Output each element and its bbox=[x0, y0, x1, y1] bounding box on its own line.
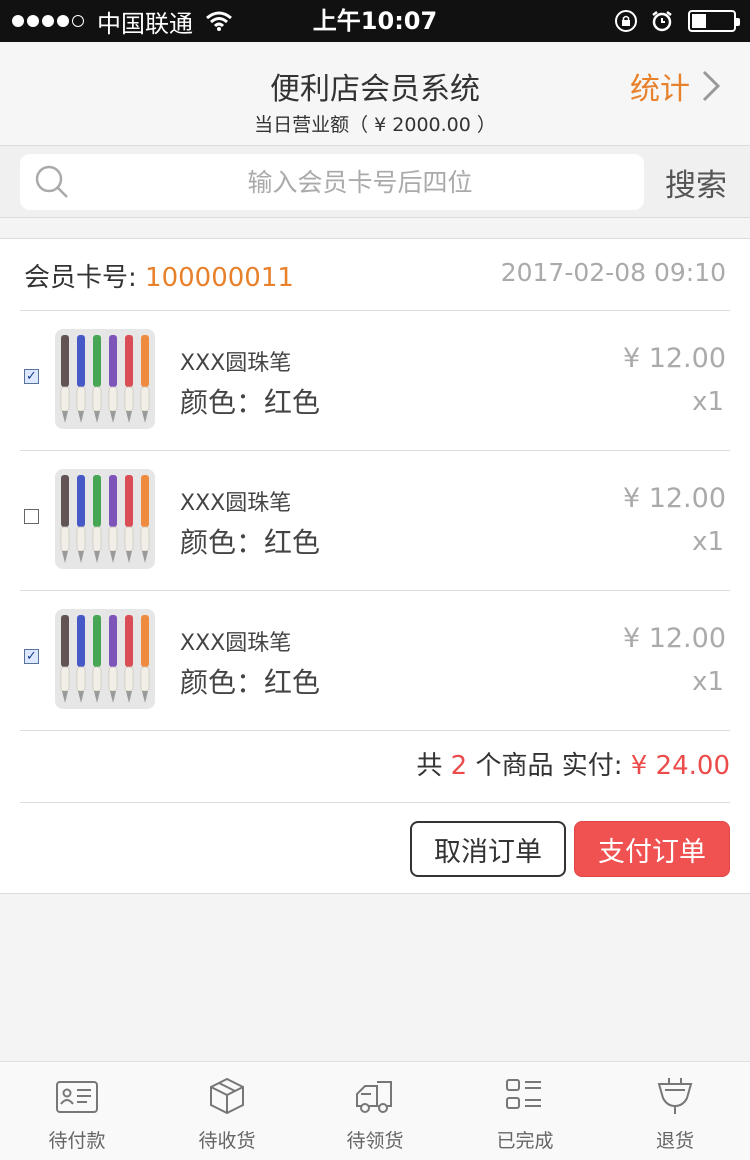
product-name: XXX圆珠笔 bbox=[180, 491, 292, 516]
pen-shape bbox=[140, 335, 150, 423]
list-icon bbox=[506, 1079, 541, 1109]
member-card-prefix: 会员卡号: bbox=[24, 263, 146, 293]
product-price: ¥ 12.00 bbox=[622, 623, 726, 654]
tab-completed[interactable]: 已完成 bbox=[450, 1062, 600, 1160]
cancel-order-button[interactable]: 取消订单 bbox=[410, 821, 566, 877]
pen-shape bbox=[60, 615, 70, 703]
pen-shape bbox=[124, 475, 134, 563]
pen-set-image bbox=[60, 615, 150, 703]
pen-set-image bbox=[60, 475, 150, 563]
status-bar: 中国联通 上午10:07 bbox=[0, 0, 750, 42]
product-spec: 颜色：红色 bbox=[180, 666, 321, 699]
tab-pending-pickup[interactable]: 待领货 bbox=[300, 1062, 450, 1160]
item-checkbox[interactable]: ✓ bbox=[24, 509, 39, 524]
tab-label: 待领货 bbox=[346, 1130, 404, 1152]
order-item: ✓ XXX圆珠笔 颜色：红色 ¥ 12.00 x1 bbox=[20, 451, 730, 591]
item-count: 2 bbox=[450, 751, 468, 781]
status-right bbox=[602, 0, 740, 42]
pen-shape bbox=[92, 475, 102, 563]
order-total: ¥ 24.00 bbox=[630, 751, 730, 781]
return-icon bbox=[657, 1078, 693, 1114]
product-qty: x1 bbox=[692, 667, 724, 697]
product-image bbox=[55, 329, 155, 429]
search-button[interactable]: 搜索 bbox=[665, 160, 727, 205]
pen-shape bbox=[92, 335, 102, 423]
product-name: XXX圆珠笔 bbox=[180, 351, 292, 376]
product-spec: 颜色：红色 bbox=[180, 386, 321, 419]
product-image bbox=[55, 469, 155, 569]
tab-label: 退货 bbox=[655, 1130, 694, 1152]
item-checkbox[interactable]: ✓ bbox=[24, 649, 39, 664]
item-checkbox[interactable]: ✓ bbox=[24, 369, 39, 384]
pen-shape bbox=[76, 335, 86, 423]
search-box bbox=[20, 154, 644, 210]
stats-label: 统计 bbox=[630, 72, 690, 107]
summary-prefix: 共 bbox=[416, 751, 451, 781]
product-price: ¥ 12.00 bbox=[622, 483, 726, 514]
pen-set-image bbox=[60, 335, 150, 423]
order-time: 2017-02-08 09:10 bbox=[500, 258, 726, 287]
order-header: 会员卡号: 100000011 2017-02-08 09:10 bbox=[20, 239, 730, 311]
tab-pending-payment[interactable]: 待付款 bbox=[2, 1062, 152, 1160]
stats-button[interactable]: 统计 bbox=[630, 64, 720, 108]
order-item: ✓ XXX圆珠笔 颜色：红色 ¥ 12.00 x1 bbox=[20, 311, 730, 451]
order-card: 会员卡号: 100000011 2017-02-08 09:10 ✓ XXX圆珠… bbox=[0, 238, 750, 894]
pen-shape bbox=[108, 335, 118, 423]
order-summary: 共 2 个商品 实付: ¥ 24.00 bbox=[20, 731, 730, 803]
pen-shape bbox=[92, 615, 102, 703]
pen-shape bbox=[76, 615, 86, 703]
member-card-label: 会员卡号: 100000011 bbox=[24, 257, 294, 294]
product-price: ¥ 12.00 bbox=[622, 343, 726, 374]
product-qty: x1 bbox=[692, 387, 724, 417]
pen-shape bbox=[140, 615, 150, 703]
app-header: 便利店会员系统 当日营业额（ ¥ 2000.00 ） 统计 bbox=[0, 42, 750, 146]
order-actions: 取消订单 支付订单 bbox=[0, 821, 750, 877]
pen-shape bbox=[76, 475, 86, 563]
card-icon bbox=[56, 1081, 98, 1113]
pen-shape bbox=[124, 335, 134, 423]
truck-icon bbox=[356, 1081, 392, 1113]
pen-shape bbox=[140, 475, 150, 563]
search-input[interactable] bbox=[90, 154, 630, 210]
tab-returns[interactable]: 退货 bbox=[600, 1062, 750, 1160]
pen-shape bbox=[60, 335, 70, 423]
pen-shape bbox=[108, 475, 118, 563]
rotation-lock-icon bbox=[615, 10, 637, 32]
tab-bar: 待付款 待收货 待领货 已完成 退货 bbox=[0, 1061, 750, 1160]
chevron-right-icon bbox=[702, 70, 720, 102]
alarm-icon bbox=[652, 11, 672, 32]
pay-order-button[interactable]: 支付订单 bbox=[574, 821, 730, 877]
summary-middle: 个商品 实付: bbox=[467, 751, 631, 781]
search-bar: 搜索 bbox=[0, 146, 750, 218]
product-spec: 颜色：红色 bbox=[180, 526, 321, 559]
box-icon bbox=[210, 1077, 244, 1115]
tab-label: 已完成 bbox=[496, 1130, 554, 1152]
tab-label: 待付款 bbox=[48, 1130, 106, 1152]
tab-pending-receipt[interactable]: 待收货 bbox=[152, 1062, 302, 1160]
tab-label: 待收货 bbox=[198, 1130, 256, 1152]
daily-revenue: 当日营业额（ ¥ 2000.00 ） bbox=[254, 114, 496, 136]
product-qty: x1 bbox=[692, 527, 724, 557]
pen-shape bbox=[108, 615, 118, 703]
pen-shape bbox=[124, 615, 134, 703]
order-item: ✓ XXX圆珠笔 颜色：红色 ¥ 12.00 x1 bbox=[20, 591, 730, 731]
member-card-number: 100000011 bbox=[145, 263, 294, 293]
search-icon bbox=[35, 165, 68, 198]
product-image bbox=[55, 609, 155, 709]
pen-shape bbox=[60, 475, 70, 563]
product-name: XXX圆珠笔 bbox=[180, 631, 292, 656]
battery-icon bbox=[688, 10, 740, 32]
